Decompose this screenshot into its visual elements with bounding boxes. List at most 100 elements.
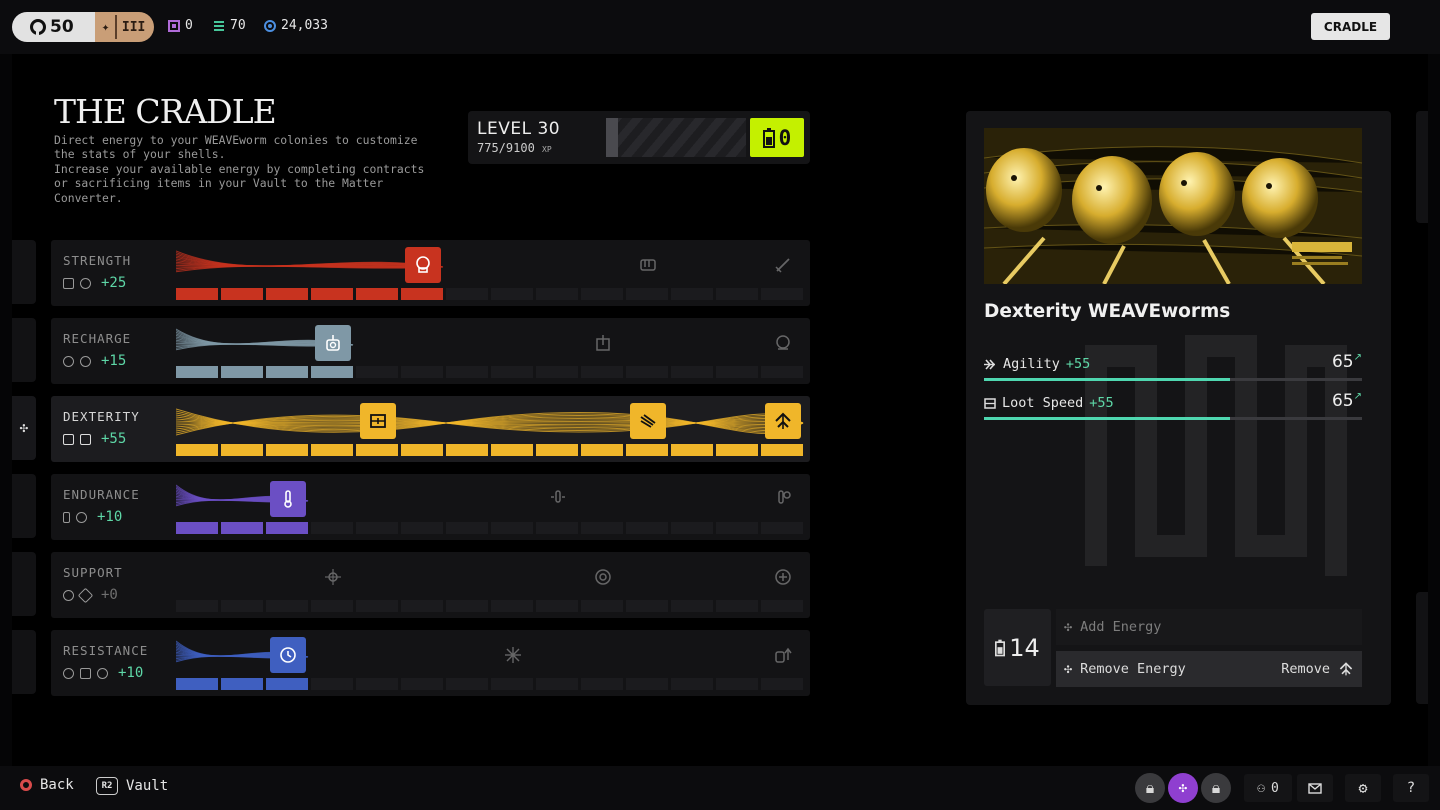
speed-lines-node-icon[interactable] bbox=[630, 403, 666, 439]
energy-segment-empty bbox=[761, 288, 803, 300]
cradle-button[interactable]: CRADLE bbox=[1311, 13, 1390, 40]
chevron-up-node-icon[interactable] bbox=[765, 403, 801, 439]
side-tab-dexterity[interactable]: ✣ bbox=[12, 396, 36, 460]
medkit-node-icon[interactable] bbox=[588, 562, 618, 592]
energy-segment-empty bbox=[446, 366, 488, 378]
energy-segment-filled bbox=[311, 366, 353, 378]
energy-segment-filled bbox=[176, 288, 218, 300]
right-edge-tab[interactable] bbox=[1416, 111, 1428, 223]
burst-node-icon[interactable] bbox=[498, 640, 528, 670]
stat-row-support[interactable]: SUPPORT +0 bbox=[51, 552, 810, 618]
rank-divider bbox=[114, 15, 117, 39]
add-energy-button[interactable]: ✣ Add Energy bbox=[1056, 609, 1362, 645]
substat-label: Agility bbox=[1003, 356, 1060, 372]
energy-segment-filled bbox=[626, 444, 668, 456]
fist-node-icon[interactable] bbox=[633, 250, 663, 280]
substat-fill bbox=[984, 378, 1230, 381]
energy-strands bbox=[176, 328, 354, 351]
question-icon: ? bbox=[1393, 774, 1429, 802]
boost-node-icon[interactable] bbox=[768, 640, 798, 670]
help-button[interactable]: ? bbox=[1393, 773, 1429, 803]
thermometer-icon bbox=[63, 511, 70, 523]
stat-row-recharge[interactable]: RECHARGE +15 bbox=[51, 318, 810, 384]
right-edge-tab[interactable] bbox=[1416, 592, 1428, 704]
energy-segment-empty bbox=[581, 678, 623, 690]
squad-slot-player[interactable]: ✣ bbox=[1168, 773, 1198, 803]
stat-row-dexterity[interactable]: DEXTERITY +55 bbox=[51, 396, 810, 462]
weaveworm-image bbox=[984, 128, 1362, 284]
box-icon bbox=[80, 433, 91, 445]
energy-segments bbox=[176, 678, 806, 690]
skull-node-icon[interactable] bbox=[405, 247, 441, 283]
crosshair-node-icon[interactable] bbox=[318, 562, 348, 592]
energy-segment-empty bbox=[221, 600, 263, 612]
energy-segment-empty bbox=[491, 600, 533, 612]
thermometer-node-icon[interactable] bbox=[270, 481, 306, 517]
remove-hint: Remove bbox=[1281, 661, 1354, 677]
blade-node-icon[interactable] bbox=[768, 250, 798, 280]
side-tab-endurance[interactable] bbox=[12, 474, 36, 538]
gear-icon: ⚙︎ bbox=[1345, 774, 1381, 802]
stat-bonus-value: +25 bbox=[101, 275, 127, 291]
plus-circle-node-icon[interactable] bbox=[768, 562, 798, 592]
squad-slot-locked-1[interactable]: 🔒︎ bbox=[1135, 773, 1165, 803]
energy-segments bbox=[176, 288, 806, 300]
back-button[interactable]: Back bbox=[20, 777, 74, 793]
side-tab-recharge[interactable] bbox=[12, 318, 36, 382]
energy-segment-empty bbox=[761, 600, 803, 612]
side-tab-support[interactable] bbox=[12, 552, 36, 616]
dash-arrows-icon bbox=[984, 358, 996, 370]
energy-segment-empty bbox=[761, 366, 803, 378]
stat-name: STRENGTH bbox=[63, 253, 132, 268]
energy-segment-empty bbox=[626, 366, 668, 378]
available-energy-value: 0 bbox=[778, 125, 792, 150]
level-label: LEVEL 30 bbox=[477, 119, 561, 139]
stat-row-strength[interactable]: STRENGTH +25 bbox=[51, 240, 810, 306]
energy-segment-empty bbox=[581, 288, 623, 300]
settings-button[interactable]: ⚙︎ bbox=[1345, 773, 1381, 803]
stat-row-endurance[interactable]: ENDURANCE +10 bbox=[51, 474, 810, 540]
energy-segment-filled bbox=[356, 444, 398, 456]
currency-blue[interactable]: 24,033 bbox=[264, 18, 328, 33]
energy-segment-empty bbox=[311, 600, 353, 612]
currency-green-amount: 70 bbox=[230, 18, 246, 33]
squad-slot-locked-2[interactable]: 🔒︎ bbox=[1201, 773, 1231, 803]
energy-strands bbox=[176, 408, 804, 436]
player-level-badge[interactable]: 50 bbox=[12, 12, 95, 42]
side-tab-resistance[interactable] bbox=[12, 630, 36, 694]
mail-button[interactable] bbox=[1297, 773, 1333, 803]
gauge-node-icon[interactable] bbox=[768, 484, 798, 514]
people-icon: ⚇ bbox=[1257, 780, 1265, 796]
energy-segment-empty bbox=[356, 366, 398, 378]
crosshair-icon bbox=[63, 589, 74, 601]
worm-detail-panel: Dexterity WEAVEworms Agility +55 65↗ Loo… bbox=[966, 111, 1391, 705]
stat-row-resistance[interactable]: RESISTANCE +10 bbox=[51, 630, 810, 696]
helmet-node-icon[interactable] bbox=[768, 328, 798, 358]
clock-shield-node-icon[interactable] bbox=[270, 637, 306, 673]
energy-segment-filled bbox=[221, 444, 263, 456]
remove-energy-button[interactable]: ✣ Remove Energy Remove bbox=[1056, 651, 1362, 687]
coin-currency-icon bbox=[264, 19, 276, 32]
energy-segment-filled bbox=[266, 366, 308, 378]
crate-node-icon[interactable] bbox=[360, 403, 396, 439]
stat-name: RESISTANCE bbox=[63, 643, 149, 658]
upload-node-icon[interactable] bbox=[588, 328, 618, 358]
substat-fill bbox=[984, 417, 1230, 420]
heat-node-icon[interactable] bbox=[543, 484, 573, 514]
grenade-node-icon[interactable] bbox=[315, 325, 351, 361]
currency-green[interactable]: 70 bbox=[213, 18, 246, 33]
energy-segment-empty bbox=[401, 600, 443, 612]
page-title: THE CRADLE bbox=[54, 92, 277, 131]
vault-button[interactable]: R2 Vault bbox=[96, 777, 168, 795]
rank-badge[interactable]: ✦ III bbox=[95, 12, 154, 42]
worm-cluster-icon: ✣ bbox=[1064, 661, 1073, 677]
stat-bonus: +55 bbox=[63, 431, 126, 447]
substat-value-wrap: 65↗ bbox=[1332, 391, 1362, 411]
energy-segment-empty bbox=[581, 366, 623, 378]
radio-icon bbox=[63, 355, 74, 367]
side-tab-strength[interactable] bbox=[12, 240, 36, 304]
currency-purple[interactable]: 0 bbox=[168, 18, 193, 33]
energy-cell-icon bbox=[995, 639, 1006, 656]
party-button[interactable]: ⚇ 0 bbox=[1243, 773, 1293, 803]
energy-segment-empty bbox=[536, 678, 578, 690]
